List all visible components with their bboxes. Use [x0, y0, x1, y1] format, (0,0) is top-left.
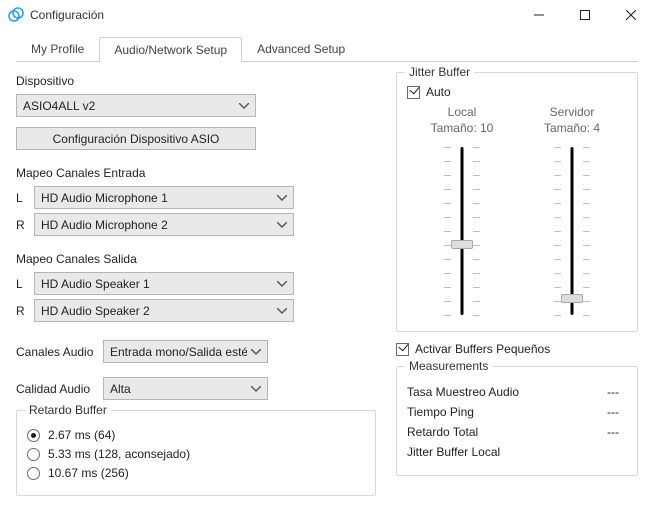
buffer-delay-opt2[interactable]: 5.33 ms (128, aconsejado) — [27, 447, 365, 461]
buffer-delay-opt1-label: 2.67 ms (64) — [48, 428, 115, 442]
buffer-delay-legend: Retardo Buffer — [25, 403, 111, 417]
checkbox-icon — [396, 343, 409, 356]
app-icon — [8, 7, 24, 23]
jitter-server-slider[interactable] — [552, 141, 592, 321]
tab-advanced[interactable]: Advanced Setup — [242, 36, 360, 61]
buffer-delay-opt1[interactable]: 2.67 ms (64) — [27, 428, 365, 442]
tab-my-profile[interactable]: My Profile — [16, 36, 99, 61]
measurements-group: Measurements Tasa Muestreo Audio --- Tie… — [396, 366, 638, 476]
jitter-buffer-legend: Jitter Buffer — [405, 65, 474, 79]
quality-label: Calidad Audio — [16, 382, 103, 396]
radio-icon — [27, 448, 40, 461]
small-buffers-label: Activar Buffers Pequeños — [415, 342, 550, 356]
jitter-local-size: Tamaño: 10 — [407, 121, 517, 135]
input-r-label: R — [16, 218, 34, 232]
input-r-select[interactable]: HD Audio Microphone 2 — [34, 213, 294, 236]
asio-config-label: Configuración Dispositivo ASIO — [53, 132, 220, 146]
titlebar: Configuración — [0, 0, 654, 30]
device-select[interactable]: ASIO4ALL v2 — [16, 94, 256, 117]
ping-label: Tiempo Ping — [407, 405, 607, 419]
radio-icon — [27, 467, 40, 480]
jitter-server-size: Tamaño: 4 — [517, 121, 627, 135]
total-delay-value: --- — [607, 425, 627, 439]
tabs: My Profile Audio/Network Setup Advanced … — [16, 36, 638, 62]
close-button[interactable] — [608, 0, 654, 30]
radio-icon — [27, 429, 40, 442]
output-l-select[interactable]: HD Audio Speaker 1 — [34, 272, 294, 295]
jitter-local-meas-label: Jitter Buffer Local — [407, 445, 607, 459]
jitter-local-slider[interactable] — [442, 141, 482, 321]
measurements-legend: Measurements — [405, 359, 492, 373]
jitter-server-header: Servidor — [517, 105, 627, 119]
buffer-delay-opt3-label: 10.67 ms (256) — [48, 466, 129, 480]
window-title: Configuración — [30, 8, 516, 22]
total-delay-label: Retardo Total — [407, 425, 607, 439]
channels-select[interactable]: Entrada mono/Salida estéreo — [103, 340, 268, 363]
window-buttons — [516, 0, 654, 30]
output-l-label: L — [16, 277, 34, 291]
input-l-label: L — [16, 191, 34, 205]
buffer-delay-opt3[interactable]: 10.67 ms (256) — [27, 466, 365, 480]
buffer-delay-opt2-label: 5.33 ms (128, aconsejado) — [48, 447, 190, 461]
output-r-select[interactable]: HD Audio Speaker 2 — [34, 299, 294, 322]
jitter-local-meas-value — [607, 445, 627, 459]
input-l-select[interactable]: HD Audio Microphone 1 — [34, 186, 294, 209]
jitter-auto-label: Auto — [426, 85, 451, 99]
quality-select[interactable]: Alta — [103, 377, 268, 400]
buffer-delay-group: Retardo Buffer 2.67 ms (64) 5.33 ms (128… — [16, 410, 376, 496]
jitter-buffer-group: Jitter Buffer Auto Local Tamaño: 10 Serv… — [396, 72, 638, 332]
channels-label: Canales Audio — [16, 345, 103, 359]
output-r-label: R — [16, 304, 34, 318]
checkbox-icon — [407, 86, 420, 99]
sample-rate-label: Tasa Muestreo Audio — [407, 385, 607, 399]
maximize-button[interactable] — [562, 0, 608, 30]
tab-audio-network[interactable]: Audio/Network Setup — [99, 37, 242, 62]
input-map-label: Mapeo Canales Entrada — [16, 166, 376, 180]
device-label: Dispositivo — [16, 74, 376, 88]
minimize-button[interactable] — [516, 0, 562, 30]
sample-rate-value: --- — [607, 385, 627, 399]
asio-config-button[interactable]: Configuración Dispositivo ASIO — [16, 127, 256, 150]
small-buffers-checkbox[interactable]: Activar Buffers Pequeños — [396, 342, 638, 356]
ping-value: --- — [607, 405, 627, 419]
output-map-label: Mapeo Canales Salida — [16, 252, 376, 266]
jitter-auto-checkbox[interactable]: Auto — [407, 85, 627, 99]
jitter-local-header: Local — [407, 105, 517, 119]
